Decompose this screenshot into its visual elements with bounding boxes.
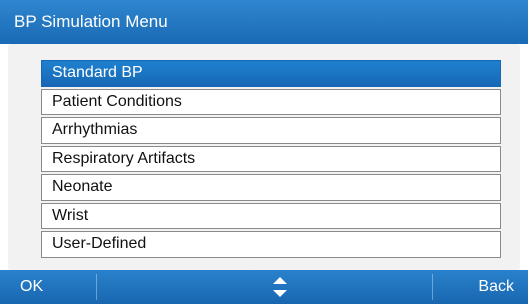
title-bar: BP Simulation Menu [0,0,528,44]
menu-item-neonate[interactable]: Neonate [41,174,501,201]
ok-softkey[interactable]: OK [0,270,96,304]
menu-item-respiratory-artifacts[interactable]: Respiratory Artifacts [41,145,501,172]
up-down-arrows-svg [273,277,287,297]
menu-item-standard-bp[interactable]: Standard BP [41,60,501,87]
menu-item-patient-conditions[interactable]: Patient Conditions [41,88,501,115]
menu-item-user-defined[interactable]: User-Defined [41,231,501,258]
up-arrow-icon [273,277,287,284]
down-arrow-icon [273,290,287,297]
menu-item-wrist[interactable]: Wrist [41,202,501,229]
page-title: BP Simulation Menu [14,12,168,31]
bp-simulation-screen: BP Simulation Menu Standard BP Patient C… [0,0,528,304]
softkey-bar: OK Back [0,270,528,304]
back-softkey[interactable]: Back [432,270,528,304]
up-down-arrows-icon[interactable] [270,274,290,300]
simulation-menu-list: Standard BP Patient Conditions Arrhythmi… [41,60,501,260]
softkey-divider [96,274,97,300]
menu-item-arrhythmias[interactable]: Arrhythmias [41,117,501,144]
